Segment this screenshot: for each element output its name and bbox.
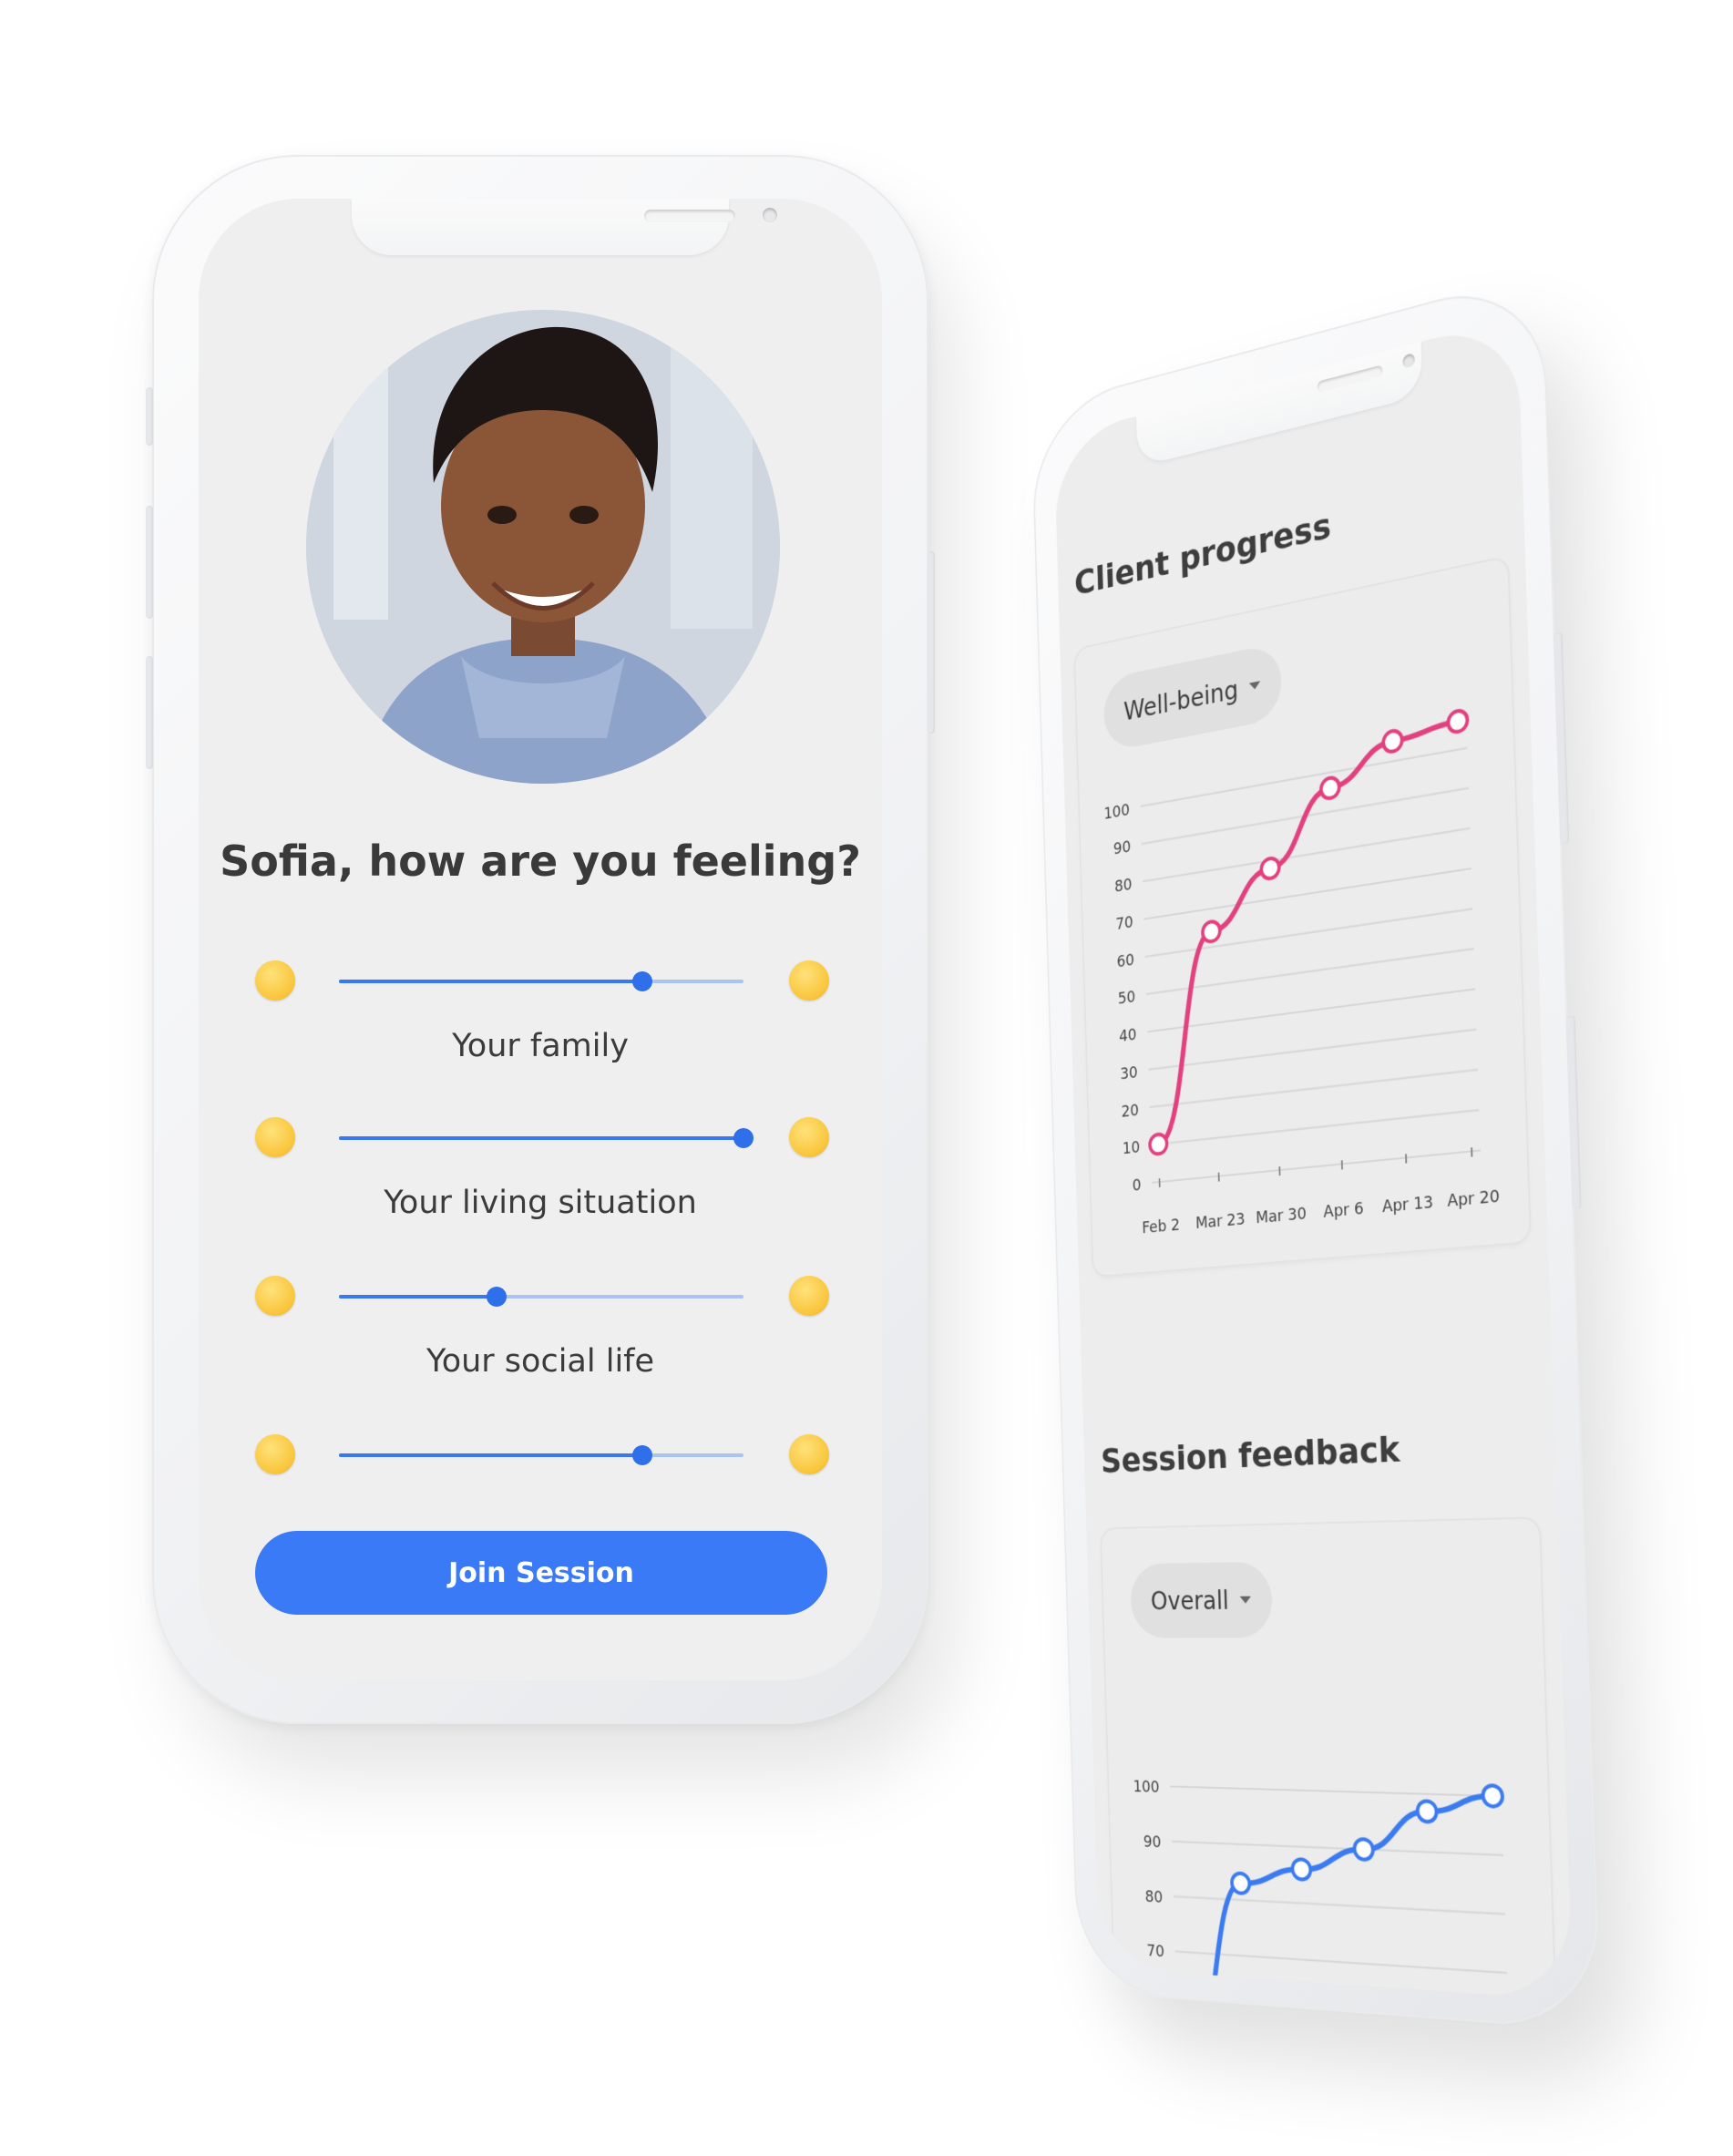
chevron-down-icon [1249, 681, 1261, 691]
volume-down-button [146, 656, 153, 769]
gridline [1150, 1070, 1478, 1107]
speaker [644, 210, 735, 222]
y-tick-label: 70 [1115, 912, 1133, 933]
gridline [1170, 1786, 1502, 1796]
y-tick-label: 10 [1123, 1137, 1141, 1158]
data-point[interactable] [1150, 1134, 1167, 1155]
slider-track[interactable] [339, 971, 743, 991]
speaker [1317, 364, 1383, 393]
data-point[interactable] [1232, 1873, 1250, 1894]
mood-slider-family[interactable] [255, 1112, 829, 1166]
pensive-face-emoji [255, 960, 295, 1001]
client-progress-chart: 0 10 20 30 40 50 60 70 80 90 100 Feb 2 Mar 23 Mar 30 A… [1103, 557, 1500, 1237]
y-tick-label: 90 [1113, 837, 1132, 858]
front-camera [763, 208, 777, 222]
pleading-face-emoji [255, 1434, 295, 1474]
data-point[interactable] [1354, 1839, 1373, 1860]
x-tick-label: Mar 30 [1256, 1203, 1307, 1227]
gridline [1152, 1150, 1481, 1182]
data-point[interactable] [1482, 1785, 1502, 1807]
y-tick-label: 20 [1121, 1100, 1139, 1121]
slider-label-living: Your living situation [384, 1185, 697, 1221]
slider-label-social: Your social life [426, 1343, 655, 1380]
slider-fill [339, 1295, 497, 1299]
x-tick-label: Apr 6 [1323, 1198, 1364, 1221]
crying-face-emoji [255, 1117, 295, 1157]
mute-switch [146, 387, 153, 446]
y-tick-label: 60 [1116, 950, 1134, 970]
mood-slider-living-situation[interactable] [255, 1270, 829, 1325]
tired-face-emoji [255, 1276, 295, 1316]
slider-thumb[interactable] [632, 971, 652, 991]
x-tick-label: Apr 20 [1447, 1186, 1500, 1210]
power-button [928, 551, 935, 734]
slider-label-family: Your family [452, 1028, 629, 1064]
y-tick-label: 30 [1120, 1062, 1138, 1083]
notch [352, 199, 777, 255]
slider-thumb[interactable] [487, 1287, 508, 1307]
chevron-down-icon [1239, 1596, 1252, 1604]
gridline [1145, 909, 1473, 957]
gridline [1148, 1030, 1476, 1070]
y-tick-label: 80 [1114, 874, 1133, 896]
y-tick-label: 50 [1118, 987, 1136, 1008]
session-feedback-title: Session feedback [1100, 1428, 1400, 1481]
gridline [1175, 1952, 1507, 1974]
y-tick-label: 0 [1132, 1175, 1141, 1195]
data-point[interactable] [1261, 857, 1279, 880]
avatar [306, 310, 780, 784]
data-point[interactable] [1417, 1801, 1437, 1822]
slider-track[interactable] [339, 1128, 754, 1148]
volume-up-button [146, 506, 153, 619]
grinning-face-emoji [789, 960, 829, 1001]
sunglasses-face-emoji [789, 1434, 829, 1474]
data-point[interactable] [1203, 920, 1221, 942]
join-session-button[interactable]: Join Session [255, 1531, 827, 1615]
client-progress-card: Well-being 0 10 20 30 40 50 60 70 80 90 100 Feb 2 Ma… [1074, 557, 1530, 1277]
y-tick-label: 80 [1144, 1886, 1163, 1906]
gridline [1147, 989, 1475, 1032]
session-feedback-card: Overall 5060708090100 [1101, 1518, 1560, 2000]
page-title: Sofia, how are you feeling? [220, 837, 861, 886]
y-tick-label: 100 [1103, 799, 1130, 823]
gridline [1143, 868, 1471, 919]
client-progress-title: Client progress [1073, 505, 1332, 603]
gridline [1143, 828, 1470, 881]
gridline [1151, 1110, 1480, 1145]
data-point[interactable] [1383, 729, 1402, 753]
y-tick-label: 90 [1143, 1832, 1162, 1852]
data-point[interactable] [1292, 1859, 1310, 1880]
data-point[interactable] [1448, 709, 1468, 734]
slider-fill [339, 1453, 642, 1457]
heart-eyes-emoji [789, 1117, 829, 1157]
slider-track[interactable] [339, 1287, 743, 1307]
x-tick-label: Feb 2 [1142, 1215, 1180, 1237]
slider-thumb[interactable] [733, 1128, 754, 1148]
slider-fill [339, 1136, 743, 1140]
front-camera [1402, 353, 1415, 369]
portrait-illustration [306, 310, 780, 784]
x-tick-label: Mar 23 [1195, 1208, 1246, 1232]
y-tick-label: 70 [1146, 1941, 1164, 1961]
dashboard-screen: Client progress Well-being 0 10 20 30 40 50 60… [1053, 316, 1574, 2000]
mood-slider-overall[interactable] [255, 955, 829, 1010]
slider-thumb[interactable] [632, 1445, 652, 1465]
x-tick-label: Apr 13 [1382, 1192, 1434, 1217]
dropdown-label: Well-being [1123, 673, 1239, 726]
mood-checkin-screen: Sofia, how are you feeling? Your family … [199, 199, 882, 1680]
slider-track[interactable] [339, 1445, 743, 1465]
y-tick-label: 100 [1133, 1776, 1159, 1796]
series-line [1178, 1787, 1503, 2000]
y-tick-label: 40 [1119, 1024, 1137, 1045]
slider-fill [339, 980, 642, 983]
dropdown-label: Overall [1150, 1585, 1230, 1616]
data-point[interactable] [1320, 776, 1339, 800]
star-struck-emoji [789, 1276, 829, 1316]
mood-slider-social-life[interactable] [255, 1429, 829, 1484]
overall-dropdown[interactable]: Overall [1129, 1561, 1274, 1638]
phone-right: Client progress Well-being 0 10 20 30 40 50 60… [1031, 271, 1602, 2032]
